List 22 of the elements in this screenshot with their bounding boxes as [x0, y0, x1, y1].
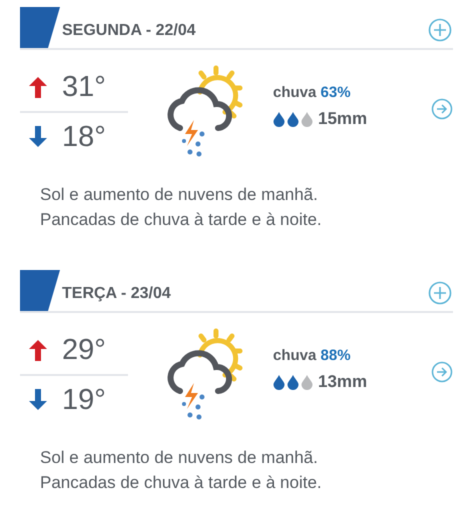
arrow-down-icon [28, 125, 48, 149]
max-temperature: 29° [62, 334, 106, 366]
min-temperature: 19° [62, 384, 106, 416]
arrow-right-circle-icon[interactable] [431, 361, 453, 383]
flag-icon [20, 270, 60, 311]
rain-chance: chuva 88% [273, 347, 352, 364]
max-temperature: 31° [62, 70, 106, 104]
arrow-down-icon [28, 388, 48, 412]
expand-icon[interactable] [428, 18, 452, 42]
rain-amount: 15mm [318, 109, 368, 129]
day-title: SEGUNDA - 22/04 [62, 22, 196, 40]
flag-icon [20, 7, 60, 48]
rain-amount: 13mm [318, 372, 368, 392]
forecast-description: Sol e aumento de nuvens de manhã. Pancadas de chuva à tarde e à noite. [40, 184, 323, 231]
forecast-description: Sol e aumento de nuvens de manhã. Pancadas de chuva à tarde e à noite. [40, 447, 323, 494]
day-title: TERÇA - 23/04 [62, 284, 171, 302]
rain-chance: chuva 63% [273, 84, 352, 101]
arrow-up-icon [28, 75, 48, 99]
arrow-right-circle-icon[interactable] [431, 98, 453, 120]
expand-icon[interactable] [428, 280, 452, 304]
arrow-up-icon [28, 338, 48, 362]
min-temperature: 18° [62, 120, 106, 154]
